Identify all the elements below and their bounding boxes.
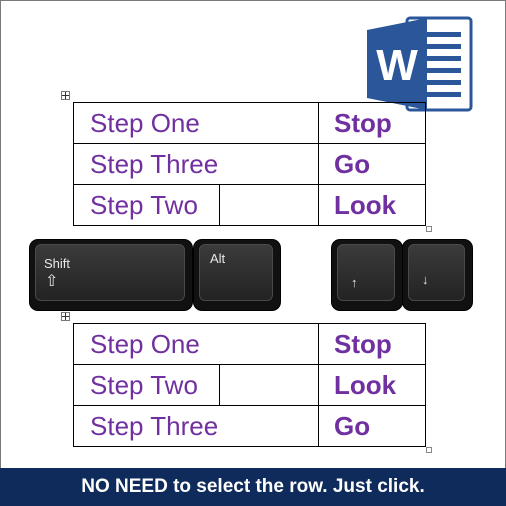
word-logo-letter: W (376, 41, 418, 90)
down-arrow-icon: ↓ (422, 272, 429, 287)
step-text: Step Two (90, 189, 198, 220)
table-1: Step One Stop Step Three Go Step Two Loo… (73, 102, 426, 226)
alt-key-label: Alt (210, 251, 226, 266)
alt-key: Alt (194, 240, 280, 310)
action-cell[interactable]: Stop (318, 102, 426, 144)
step-cell[interactable]: Step One (73, 323, 319, 365)
table-row[interactable]: Step Two Look (73, 184, 426, 226)
shift-arrow-icon: ⇧ (45, 273, 59, 290)
table-move-handle[interactable] (61, 312, 70, 321)
cell-divider (219, 365, 220, 405)
up-arrow-key: ↑ (332, 240, 402, 310)
action-cell[interactable]: Go (318, 143, 426, 185)
shift-key: Shift ⇧ (30, 240, 192, 310)
step-cell[interactable]: Step One (73, 102, 319, 144)
action-cell[interactable]: Look (318, 364, 426, 406)
table-resize-handle[interactable] (426, 226, 432, 232)
table-row[interactable]: Step One Stop (73, 102, 426, 144)
table-move-handle[interactable] (61, 91, 70, 100)
table-row[interactable]: Step Two Look (73, 364, 426, 406)
down-arrow-key: ↓ (403, 240, 472, 310)
down-keycap (408, 244, 465, 301)
step-cell[interactable]: Step Three (73, 143, 319, 185)
cell-divider (219, 185, 220, 225)
step-cell[interactable]: Step Two (73, 184, 319, 226)
table-row[interactable]: Step Three Go (73, 143, 426, 185)
step-cell[interactable]: Step Two (73, 364, 319, 406)
step-text: Step Two (90, 369, 198, 400)
action-cell[interactable]: Look (318, 184, 426, 226)
microsoft-word-logo-icon: W (367, 16, 473, 112)
shift-key-label: Shift (44, 256, 71, 271)
up-keycap (337, 244, 395, 301)
up-arrow-icon: ↑ (351, 275, 358, 290)
table-row[interactable]: Step One Stop (73, 323, 426, 365)
caption-banner: NO NEED to select the row. Just click. (0, 468, 506, 506)
table-resize-handle[interactable] (426, 447, 432, 453)
action-cell[interactable]: Stop (318, 323, 426, 365)
table-2: Step One Stop Step Two Look Step Three G… (73, 323, 426, 447)
table-row[interactable]: Step Three Go (73, 405, 426, 447)
step-cell[interactable]: Step Three (73, 405, 319, 447)
action-cell[interactable]: Go (318, 405, 426, 447)
